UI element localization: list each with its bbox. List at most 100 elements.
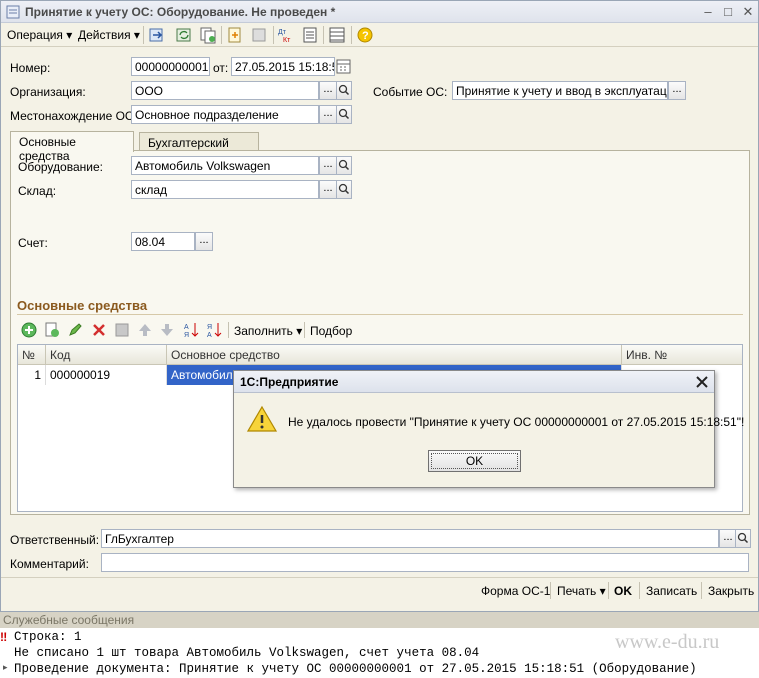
location-select-button[interactable]: ... bbox=[319, 105, 337, 124]
message-line: Строка: 1 bbox=[14, 630, 82, 644]
document-window: Принятие к учету ОС: Оборудование. Не пр… bbox=[0, 0, 759, 612]
title-bar: Принятие к учету ОС: Оборудование. Не пр… bbox=[1, 1, 758, 23]
delete-row-icon[interactable] bbox=[91, 322, 107, 338]
end-edit-icon[interactable] bbox=[114, 322, 130, 338]
location-field[interactable]: Основное подразделение bbox=[131, 105, 319, 124]
location-label: Местонахождение ОС: bbox=[10, 109, 137, 123]
magnifier-icon bbox=[338, 108, 350, 120]
column-header-number[interactable]: № bbox=[18, 345, 46, 365]
copy-icon[interactable] bbox=[199, 26, 217, 44]
date-field[interactable]: 27.05.2015 15:18:51 bbox=[231, 57, 335, 76]
tab-accounting[interactable]: Бухгалтерский учет bbox=[139, 132, 259, 164]
magnifier-icon bbox=[338, 84, 350, 96]
calendar-icon[interactable] bbox=[336, 58, 351, 75]
warehouse-open-button[interactable] bbox=[336, 180, 352, 199]
warehouse-field[interactable]: склад bbox=[131, 180, 319, 199]
row-code[interactable]: 000000019 bbox=[46, 365, 167, 385]
svg-text:?: ? bbox=[362, 30, 369, 42]
magnifier-icon bbox=[338, 159, 350, 171]
responsible-open-button[interactable] bbox=[735, 529, 751, 548]
ok-button[interactable]: OK bbox=[614, 584, 632, 598]
dialog-message: Не удалось провести "Принятие к учету ОС… bbox=[288, 415, 745, 429]
responsible-field[interactable]: ГлБухгалтер bbox=[101, 529, 719, 548]
form-os1-button[interactable]: Форма ОС-1 bbox=[481, 584, 550, 598]
minimize-button[interactable]: ‒ bbox=[699, 4, 717, 20]
section-title: Основные средства bbox=[17, 298, 148, 313]
svg-text:Я: Я bbox=[207, 324, 212, 331]
equipment-open-button[interactable] bbox=[336, 156, 352, 175]
event-label: Событие ОС: bbox=[373, 85, 448, 99]
event-field[interactable]: Принятие к учету и ввод в эксплуатацию bbox=[452, 81, 668, 100]
command-bar: Форма ОС-1 Печать ▾ OK Записать Закрыть bbox=[1, 577, 758, 603]
organization-open-button[interactable] bbox=[336, 81, 352, 100]
column-header-inv[interactable]: Инв. № bbox=[622, 345, 742, 365]
help-icon[interactable]: ? bbox=[356, 26, 374, 44]
responsible-label: Ответственный: bbox=[10, 533, 100, 547]
sort-ascending-icon[interactable]: АЯ bbox=[183, 321, 201, 339]
move-down-icon[interactable] bbox=[159, 322, 175, 338]
organization-select-button[interactable]: ... bbox=[319, 81, 337, 100]
column-header-asset[interactable]: Основное средство bbox=[167, 345, 622, 365]
account-select-button[interactable]: ... bbox=[195, 232, 213, 251]
expand-arrow-icon[interactable]: ▸ bbox=[3, 662, 8, 673]
magnifier-icon bbox=[338, 183, 350, 195]
account-label: Счет: bbox=[18, 236, 48, 250]
message-line: Проведение документа: Принятие к учету О… bbox=[14, 662, 697, 676]
event-select-button[interactable]: ... bbox=[668, 81, 686, 100]
list-icon[interactable] bbox=[328, 26, 346, 44]
column-header-code[interactable]: Код bbox=[46, 345, 167, 365]
select-button[interactable]: Подбор bbox=[310, 324, 352, 338]
table-header: № Код Основное средство Инв. № bbox=[18, 345, 742, 365]
row-number: 1 bbox=[18, 365, 46, 385]
organization-field[interactable]: ООО bbox=[131, 81, 319, 100]
operation-menu[interactable]: Операция ▾ bbox=[7, 28, 72, 42]
save-button[interactable]: Записать bbox=[646, 584, 697, 598]
tab-fixed-assets[interactable]: Основные средства bbox=[10, 131, 134, 163]
add-row-icon[interactable] bbox=[21, 322, 37, 338]
svg-text:Я: Я bbox=[184, 332, 189, 339]
number-field[interactable]: 00000000001 bbox=[131, 57, 210, 76]
structure-icon[interactable] bbox=[250, 26, 268, 44]
svg-text:А: А bbox=[207, 332, 212, 339]
post-and-close-icon[interactable] bbox=[148, 26, 166, 44]
date-from-label: от: bbox=[213, 61, 229, 75]
edit-row-icon[interactable] bbox=[67, 322, 83, 338]
organization-label: Организация: bbox=[10, 85, 86, 99]
copy-row-icon[interactable] bbox=[44, 322, 60, 338]
comment-label: Комментарий: bbox=[10, 557, 89, 571]
svg-text:Дт: Дт bbox=[278, 29, 287, 36]
error-marker-icon: ‼ bbox=[0, 630, 8, 644]
document-icon bbox=[6, 5, 20, 19]
warehouse-label: Склад: bbox=[18, 184, 57, 198]
watermark: www.e-du.ru bbox=[615, 631, 720, 653]
account-field[interactable]: 08.04 bbox=[131, 232, 195, 251]
messages-title: Служебные сообщения bbox=[0, 612, 759, 628]
message-line: Не списано 1 шт товара Автомобиль Volksw… bbox=[14, 646, 480, 660]
based-on-icon[interactable] bbox=[226, 26, 244, 44]
warning-icon bbox=[247, 405, 277, 432]
close-window-button[interactable]: ✕ bbox=[739, 4, 757, 20]
move-up-icon[interactable] bbox=[137, 322, 153, 338]
actions-menu[interactable]: Действия ▾ bbox=[78, 28, 140, 42]
dialog-title: 1С:Предприятие bbox=[240, 375, 339, 389]
toolbar: Операция ▾ Действия ▾ Дт Кт ? bbox=[1, 23, 758, 47]
refresh-icon[interactable] bbox=[175, 26, 193, 44]
comment-field[interactable] bbox=[101, 553, 749, 572]
sort-descending-icon[interactable]: ЯА bbox=[206, 321, 224, 339]
report-icon[interactable] bbox=[301, 26, 319, 44]
dt-kt-icon[interactable]: ДтКт bbox=[277, 26, 295, 44]
service-messages-panel: Служебные сообщения ‼ Строка: 1 Не списа… bbox=[0, 612, 759, 678]
equipment-select-button[interactable]: ... bbox=[319, 156, 337, 175]
magnifier-icon bbox=[737, 532, 749, 544]
dialog-title-bar: 1С:Предприятие bbox=[234, 371, 714, 393]
print-menu[interactable]: Печать ▾ bbox=[557, 584, 606, 598]
dialog-ok-button[interactable]: OK bbox=[428, 450, 521, 472]
fill-menu[interactable]: Заполнить ▾ bbox=[234, 324, 302, 338]
warehouse-select-button[interactable]: ... bbox=[319, 180, 337, 199]
equipment-field[interactable]: Автомобиль Volkswagen bbox=[131, 156, 319, 175]
close-button[interactable]: Закрыть bbox=[708, 584, 754, 598]
restore-button[interactable]: □ bbox=[719, 4, 737, 20]
location-open-button[interactable] bbox=[336, 105, 352, 124]
svg-text:Кт: Кт bbox=[283, 37, 291, 44]
dialog-close-icon[interactable] bbox=[696, 376, 708, 388]
